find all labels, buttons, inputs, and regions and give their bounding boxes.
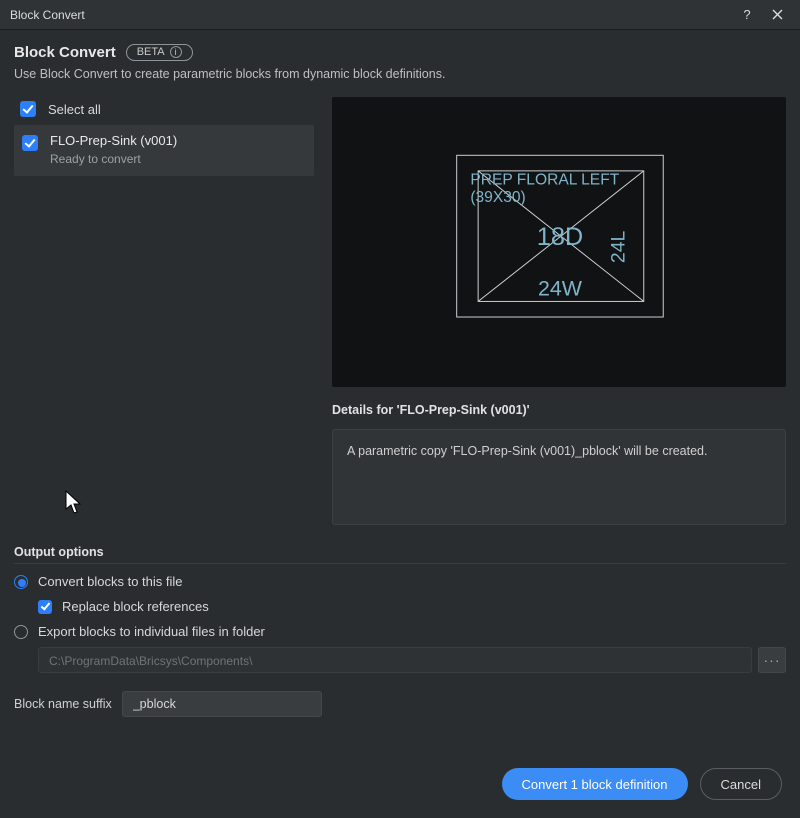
select-all-row[interactable]: Select all [14, 97, 314, 125]
block-item-checkbox[interactable] [22, 135, 38, 151]
page-heading: Block Convert [14, 44, 116, 61]
beta-badge-label: BETA [137, 46, 165, 58]
details-label: Details for 'FLO-Prep-Sink (v001)' [332, 403, 786, 417]
titlebar: Block Convert ? [0, 0, 800, 30]
close-icon [772, 9, 783, 20]
output-section-divider [14, 563, 786, 564]
option-export-to-folder-label: Export blocks to individual files in fol… [38, 624, 265, 639]
block-list-panel: Select all FLO-Prep-Sink (v001) Ready to… [14, 97, 314, 525]
convert-button[interactable]: Convert 1 block definition [502, 768, 688, 800]
output-section-title: Output options [14, 545, 786, 559]
option-convert-to-this-file[interactable]: Convert blocks to this file [14, 574, 786, 589]
export-path-input[interactable]: C:\ProgramData\Bricsys\Components\ [38, 647, 752, 673]
preview-length-label: 24L [607, 230, 629, 263]
info-icon: i [170, 46, 182, 58]
block-item-name: FLO-Prep-Sink (v001) [50, 133, 177, 148]
option-export-to-folder[interactable]: Export blocks to individual files in fol… [14, 624, 786, 639]
window-title: Block Convert [10, 8, 85, 22]
block-item-status: Ready to convert [50, 152, 177, 166]
checkbox-replace-references[interactable] [38, 600, 52, 614]
beta-badge: BETA i [126, 44, 193, 61]
cancel-button[interactable]: Cancel [700, 768, 782, 800]
option-replace-references-label: Replace block references [62, 599, 209, 614]
help-button[interactable]: ? [732, 0, 762, 30]
preview-title: PREP FLORAL LEFT [470, 172, 619, 189]
block-name-suffix-input[interactable] [122, 691, 322, 717]
radio-export-to-folder[interactable] [14, 625, 28, 639]
option-replace-references[interactable]: Replace block references [38, 599, 786, 614]
preview-depth-label: 18D [537, 223, 583, 251]
block-name-suffix-label: Block name suffix [14, 697, 112, 711]
preview-subtitle: (39X30) [470, 189, 525, 206]
details-box: A parametric copy 'FLO-Prep-Sink (v001)_… [332, 429, 786, 525]
details-text: A parametric copy 'FLO-Prep-Sink (v001)_… [347, 444, 707, 458]
radio-convert-to-this-file[interactable] [14, 575, 28, 589]
browse-folder-button[interactable]: ··· [758, 647, 786, 673]
block-list-item[interactable]: FLO-Prep-Sink (v001) Ready to convert [14, 125, 314, 176]
ellipsis-icon: ··· [764, 652, 781, 668]
close-button[interactable] [762, 0, 792, 30]
select-all-checkbox[interactable] [20, 101, 36, 117]
select-all-label: Select all [48, 102, 101, 117]
page-description: Use Block Convert to create parametric b… [14, 67, 786, 81]
dialog-footer: Convert 1 block definition Cancel [502, 768, 782, 800]
block-preview: PREP FLORAL LEFT (39X30) 18D 24L 24W [332, 97, 786, 387]
preview-width-label: 24W [538, 277, 583, 301]
option-convert-to-this-file-label: Convert blocks to this file [38, 574, 183, 589]
